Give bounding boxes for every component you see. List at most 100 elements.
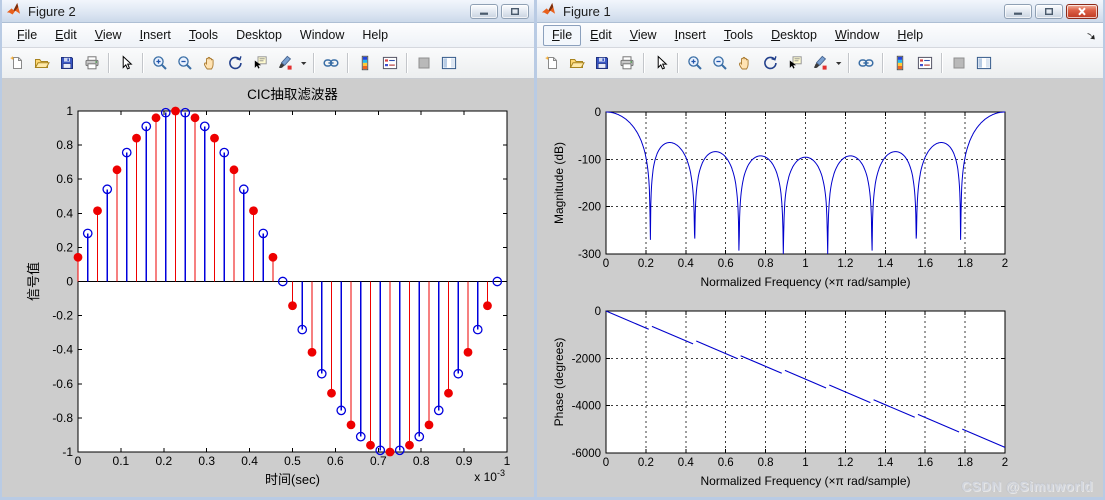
tool-hide-plot-tools[interactable] bbox=[412, 51, 436, 75]
menu-item-tools[interactable]: Tools bbox=[180, 25, 227, 46]
menu-item-window[interactable]: Window bbox=[291, 25, 353, 46]
x-tick-label: 0.3 bbox=[198, 454, 215, 468]
figure1-titlebar[interactable]: Figure 1 bbox=[537, 0, 1103, 23]
tool-link-plot[interactable] bbox=[854, 51, 878, 75]
tool-pointer[interactable] bbox=[649, 51, 673, 75]
minimize-button[interactable] bbox=[1004, 3, 1032, 19]
tool-show-plot-tools[interactable] bbox=[972, 51, 996, 75]
tool-insert-legend[interactable] bbox=[913, 51, 937, 75]
x-axis-label: 时间(sec) bbox=[265, 472, 320, 487]
tool-save[interactable] bbox=[590, 51, 614, 75]
x-axis-label: Normalized Frequency (×π rad/sample) bbox=[700, 474, 910, 488]
menu-item-tools[interactable]: Tools bbox=[715, 25, 762, 46]
menu-item-edit[interactable]: Edit bbox=[581, 25, 621, 46]
y-tick-label: -2000 bbox=[572, 353, 601, 365]
tool-pointer[interactable] bbox=[114, 51, 138, 75]
matlab-figure-icon bbox=[6, 2, 21, 20]
stem-marker-filled bbox=[93, 206, 102, 216]
tool-data-cursor[interactable] bbox=[783, 51, 807, 75]
figure1-window: Figure 1 File Edit View Insert Tools Desktop W… bbox=[534, 0, 1105, 500]
tool-insert-colorbar[interactable] bbox=[353, 51, 377, 75]
x-tick-label: 0.8 bbox=[758, 457, 774, 469]
tool-zoom-in[interactable] bbox=[148, 51, 172, 75]
link-plot-icon bbox=[323, 59, 339, 67]
tool-brush[interactable] bbox=[273, 51, 297, 75]
figure2-titlebar[interactable]: Figure 2 bbox=[2, 0, 534, 23]
tool-show-plot-tools[interactable] bbox=[437, 51, 461, 75]
figure2-window: Figure 2 File Edit View Insert Tools Desktop W… bbox=[0, 0, 534, 500]
menu-item-view[interactable]: View bbox=[86, 25, 131, 46]
toolbar-separator bbox=[643, 53, 645, 73]
stem-marker-filled bbox=[346, 420, 356, 430]
brush-icon bbox=[813, 55, 827, 70]
stem-marker-filled bbox=[132, 133, 141, 143]
tool-insert-legend[interactable] bbox=[378, 51, 402, 75]
window-controls bbox=[1004, 3, 1099, 19]
toolbar-separator bbox=[941, 53, 943, 73]
tool-insert-colorbar[interactable] bbox=[888, 51, 912, 75]
toolbar-separator bbox=[142, 53, 144, 73]
brush-icon bbox=[278, 55, 292, 70]
x-axis-label: Normalized Frequency (×π rad/sample) bbox=[700, 275, 910, 289]
maximize-icon bbox=[511, 7, 519, 15]
caret-icon bbox=[835, 62, 841, 65]
tool-print[interactable] bbox=[615, 51, 639, 75]
x-tick-label: 0.1 bbox=[113, 454, 130, 468]
y-tick-label: -0.8 bbox=[52, 411, 73, 425]
tool-brush[interactable] bbox=[808, 51, 832, 75]
menu-item-desktop[interactable]: Desktop bbox=[762, 25, 826, 46]
toolbar-separator bbox=[313, 53, 315, 73]
menu-item-file[interactable]: File bbox=[8, 25, 46, 46]
toolbar-separator bbox=[108, 53, 110, 73]
tool-pan-hand[interactable] bbox=[198, 51, 222, 75]
rotate-3d-icon bbox=[229, 56, 242, 70]
tool-zoom-out[interactable] bbox=[173, 51, 197, 75]
menu-item-help[interactable]: Help bbox=[353, 25, 397, 46]
x-tick-label: 0.6 bbox=[718, 457, 734, 469]
menu-item-window[interactable]: Window bbox=[826, 25, 888, 46]
plot-title: CIC抽取滤波器 bbox=[247, 87, 338, 102]
y-axis-label: Phase (degrees) bbox=[552, 338, 566, 427]
x-tick-label: 0.7 bbox=[370, 454, 387, 468]
menu-item-desktop[interactable]: Desktop bbox=[227, 25, 291, 46]
close-button[interactable] bbox=[1066, 3, 1098, 19]
link-plot-icon bbox=[858, 59, 874, 67]
tool-rotate-3d[interactable] bbox=[223, 51, 247, 75]
tool-caret[interactable] bbox=[298, 51, 309, 75]
tool-new-file[interactable] bbox=[540, 51, 564, 75]
tool-caret[interactable] bbox=[833, 51, 844, 75]
y-tick-label: 0 bbox=[595, 107, 601, 119]
toolbar-separator bbox=[848, 53, 850, 73]
pointer-icon bbox=[122, 55, 133, 70]
minimize-button[interactable] bbox=[470, 3, 498, 19]
tool-print[interactable] bbox=[80, 51, 104, 75]
stem-marker-filled bbox=[444, 388, 453, 398]
x-tick-label: 2 bbox=[1002, 457, 1008, 469]
menu-item-file[interactable]: File bbox=[543, 24, 582, 46]
pan-hand-icon bbox=[204, 56, 214, 70]
maximize-button[interactable] bbox=[501, 3, 529, 19]
tool-open-file[interactable] bbox=[565, 51, 589, 75]
menu-item-insert[interactable]: Insert bbox=[131, 25, 180, 46]
tool-rotate-3d[interactable] bbox=[758, 51, 782, 75]
stem-marker-filled bbox=[249, 206, 258, 216]
maximize-button[interactable] bbox=[1035, 3, 1063, 19]
menu-item-view[interactable]: View bbox=[621, 25, 666, 46]
menu-item-edit[interactable]: Edit bbox=[46, 25, 86, 46]
tool-hide-plot-tools[interactable] bbox=[947, 51, 971, 75]
stem-marker-filled bbox=[327, 388, 336, 398]
menu-item-help[interactable]: Help bbox=[888, 25, 932, 46]
tool-new-file[interactable] bbox=[5, 51, 29, 75]
x-tick-label: 1.4 bbox=[877, 457, 894, 469]
tool-open-file[interactable] bbox=[30, 51, 54, 75]
tool-link-plot[interactable] bbox=[319, 51, 343, 75]
menu-item-insert[interactable]: Insert bbox=[666, 25, 715, 46]
tool-zoom-out[interactable] bbox=[708, 51, 732, 75]
tool-save[interactable] bbox=[55, 51, 79, 75]
tool-data-cursor[interactable] bbox=[248, 51, 272, 75]
x-tick-label: 0.2 bbox=[638, 258, 654, 270]
zoom-out-icon bbox=[178, 56, 192, 70]
tool-pan-hand[interactable] bbox=[733, 51, 757, 75]
tool-zoom-in[interactable] bbox=[683, 51, 707, 75]
menu-overflow-arrow-icon[interactable] bbox=[1083, 28, 1099, 42]
